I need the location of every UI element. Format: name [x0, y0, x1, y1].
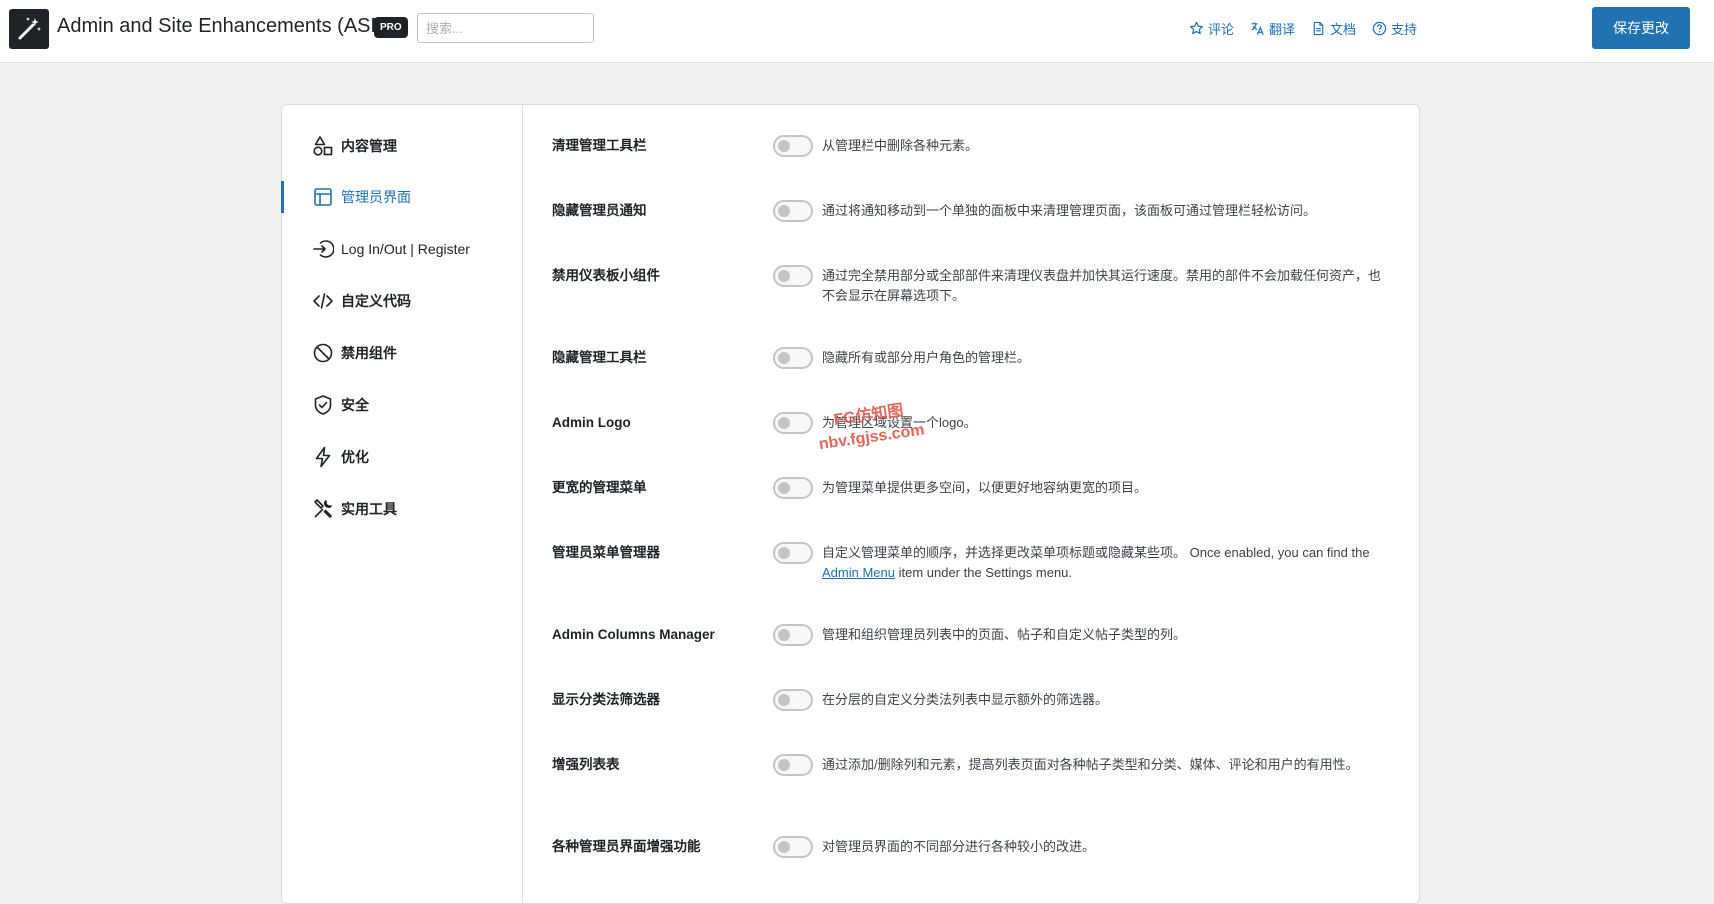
setting-toggle[interactable]	[773, 754, 813, 776]
support-link-label: 支持	[1390, 22, 1417, 37]
app-title: Admin and Site Enhancements (ASE)	[57, 15, 391, 37]
setting-toggle[interactable]	[773, 347, 813, 369]
setting-toggle[interactable]	[773, 477, 813, 499]
support-link[interactable]: 支持	[1372, 19, 1417, 38]
setting-description: 为管理区域设置一个logo。	[822, 415, 977, 430]
sidebar-item-content-management[interactable]: 内容管理	[282, 130, 522, 162]
save-changes-button[interactable]: 保存更改	[1592, 7, 1690, 49]
setting-label: 隐藏管理员通知	[552, 203, 647, 218]
settings-sidebar: 内容管理 管理员界面 Log In/Out | Register 自定义代码 禁…	[281, 105, 523, 903]
translate-link-label: 翻译	[1268, 22, 1295, 37]
setting-description: 自定义管理菜单的顺序，并选择更改菜单项标题或隐藏某些项。 Once enable…	[822, 543, 1392, 583]
sidebar-item-admin-interface[interactable]: 管理员界面	[281, 181, 522, 213]
setting-description: 在分层的自定义分类法列表中显示额外的筛选器。	[822, 692, 1109, 707]
setting-description: 通过将通知移动到一个单独的面板中来清理管理页面，该面板可通过管理栏轻松访问。	[822, 203, 1317, 218]
docs-link[interactable]: 文档	[1311, 19, 1356, 38]
setting-label: 管理员菜单管理器	[552, 545, 660, 560]
sidebar-item-label: Log In/Out | Register	[341, 241, 470, 257]
sidebar-item-label: 禁用组件	[341, 345, 397, 361]
pro-badge: PRO	[374, 17, 408, 38]
setting-toggle[interactable]	[773, 542, 813, 564]
setting-description: 通过完全禁用部分或全部部件来清理仪表盘并加快其运行速度。禁用的部件不会加载任何资…	[822, 268, 1382, 303]
setting-toggle[interactable]	[773, 624, 813, 646]
bolt-icon	[315, 446, 331, 468]
settings-panel: 内容管理 管理员界面 Log In/Out | Register 自定义代码 禁…	[281, 104, 1420, 904]
setting-description: 对管理员界面的不同部分进行各种较小的改进。	[822, 839, 1096, 854]
translate-icon	[1251, 22, 1264, 35]
setting-label: 清理管理工具栏	[552, 138, 647, 153]
sidebar-item-label: 管理员界面	[341, 189, 411, 205]
login-icon	[313, 240, 334, 258]
setting-label: Admin Logo	[552, 415, 631, 430]
review-link-label: 评论	[1207, 22, 1234, 37]
shield-icon	[314, 395, 332, 415]
shapes-icon	[313, 136, 333, 156]
sidebar-item-label: 安全	[341, 397, 369, 413]
review-link[interactable]: 评论	[1189, 19, 1234, 38]
sidebar-item-utilities[interactable]: 实用工具	[282, 493, 522, 525]
magic-wand-icon	[18, 17, 41, 40]
setting-label: 更宽的管理菜单	[552, 480, 647, 495]
sidebar-item-custom-code[interactable]: 自定义代码	[282, 285, 522, 317]
setting-label: 增强列表表	[552, 757, 620, 772]
sidebar-item-login-logout[interactable]: Log In/Out | Register	[282, 233, 522, 265]
sidebar-item-optimization[interactable]: 优化	[282, 441, 522, 473]
star-icon	[1189, 21, 1203, 35]
setting-toggle[interactable]	[773, 412, 813, 434]
layout-icon	[314, 188, 332, 206]
setting-description: 隐藏所有或部分用户角色的管理栏。	[822, 350, 1031, 365]
setting-description: 通过添加/删除列和元素，提高列表页面对各种帖子类型和分类、媒体、评论和用户的有用…	[822, 757, 1359, 772]
sidebar-item-label: 内容管理	[341, 138, 397, 154]
admin-menu-link[interactable]: Admin Menu	[822, 565, 895, 580]
setting-description: 管理和组织管理员列表中的页面、帖子和自定义帖子类型的列。	[822, 627, 1187, 642]
code-icon	[313, 293, 333, 309]
setting-toggle[interactable]	[773, 200, 813, 222]
sidebar-item-security[interactable]: 安全	[282, 389, 522, 421]
setting-toggle[interactable]	[773, 265, 813, 287]
setting-description: 为管理菜单提供更多空间，以便更好地容纳更宽的项目。	[822, 480, 1148, 495]
setting-label: Admin Columns Manager	[552, 627, 715, 642]
setting-label: 隐藏管理工具栏	[552, 350, 647, 365]
setting-toggle[interactable]	[773, 689, 813, 711]
document-icon	[1313, 21, 1324, 36]
setting-label: 各种管理员界面增强功能	[552, 839, 701, 854]
docs-link-label: 文档	[1329, 22, 1356, 37]
sidebar-item-label: 自定义代码	[341, 293, 411, 309]
translate-link[interactable]: 翻译	[1250, 19, 1295, 38]
setting-toggle[interactable]	[773, 836, 813, 858]
sidebar-item-label: 实用工具	[341, 501, 397, 517]
sidebar-item-disable-components[interactable]: 禁用组件	[282, 337, 522, 369]
setting-description: 从管理栏中删除各种元素。	[822, 138, 979, 153]
setting-label: 禁用仪表板小组件	[552, 268, 660, 283]
app-logo	[9, 9, 49, 49]
setting-description-text: 自定义管理菜单的顺序，并选择更改菜单项标题或隐藏某些项。 Once enable…	[822, 545, 1370, 560]
setting-label: 显示分类法筛选器	[552, 692, 660, 707]
top-header-bar: Admin and Site Enhancements (ASE) PRO 评论…	[0, 0, 1714, 63]
setting-toggle[interactable]	[773, 135, 813, 157]
setting-description-text: item under the Settings menu.	[894, 565, 1073, 580]
help-icon	[1372, 21, 1387, 36]
ban-icon	[313, 343, 333, 363]
tools-icon	[314, 499, 332, 518]
header-links: 评论 翻译 文档 支持	[1189, 19, 1417, 38]
sidebar-item-label: 优化	[341, 449, 369, 465]
search-input[interactable]	[417, 13, 594, 43]
